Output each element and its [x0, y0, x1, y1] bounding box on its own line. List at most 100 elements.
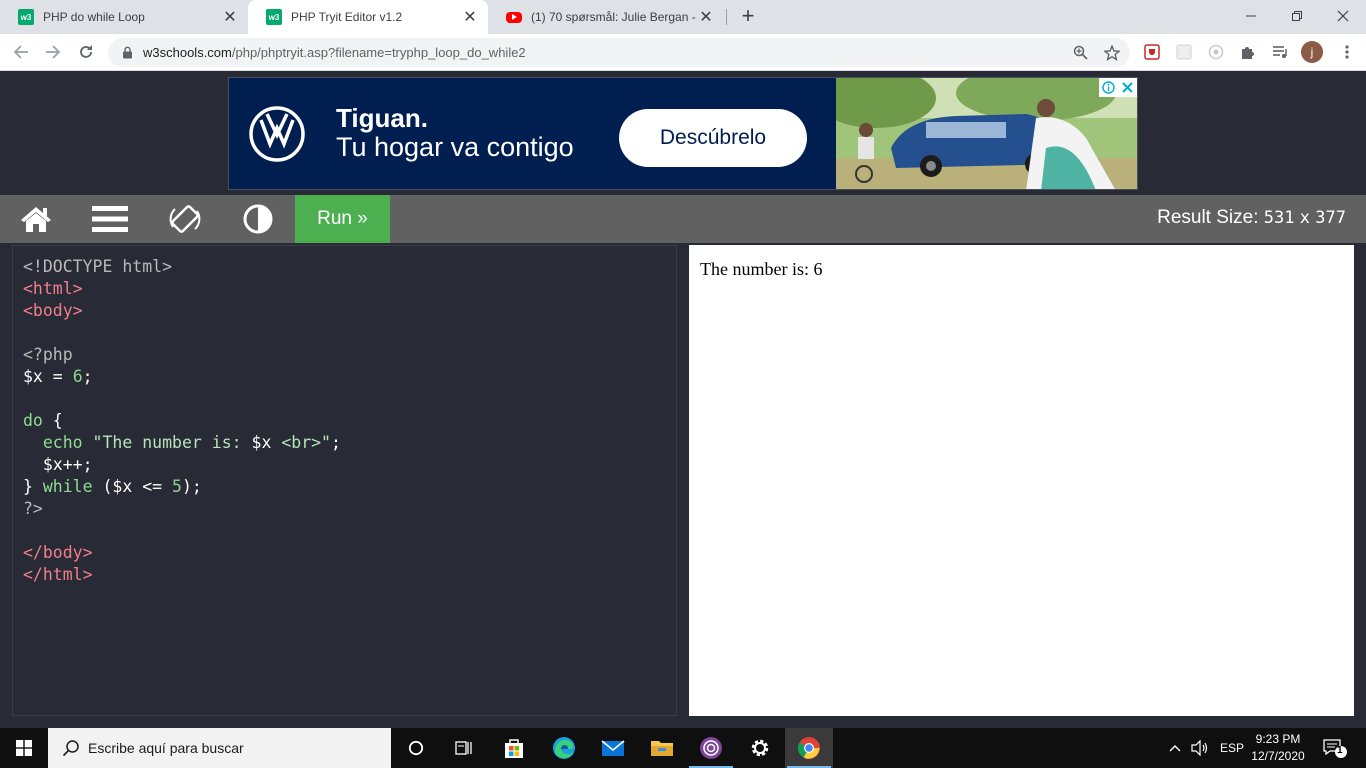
menu-button[interactable] — [81, 195, 139, 243]
search-icon — [62, 740, 79, 757]
volume-button[interactable] — [1191, 728, 1209, 768]
edge-icon — [553, 737, 575, 759]
arrow-right-icon — [46, 45, 61, 59]
edge-button[interactable] — [540, 728, 588, 768]
restore-icon — [1292, 11, 1302, 21]
media-queue-icon[interactable] — [1270, 42, 1290, 62]
editor-toolbar: Run » Result Size: 531 x 377 — [0, 195, 1366, 243]
close-tab-icon[interactable]: ✕ — [462, 7, 478, 27]
ad-photo — [836, 78, 1137, 189]
lock-icon — [122, 46, 133, 59]
extension-shield-icon[interactable] — [1142, 42, 1162, 62]
code-line: <?php — [23, 345, 73, 364]
new-tab-button[interactable]: + — [736, 5, 760, 29]
ad-cta-button[interactable]: Descúbrelo — [619, 109, 807, 167]
extension-grid-icon[interactable] — [1174, 42, 1194, 62]
code-line: </body> — [23, 543, 93, 562]
gear-icon — [751, 739, 769, 757]
profile-avatar[interactable]: j — [1301, 41, 1323, 63]
mail-icon — [601, 740, 625, 756]
browser-toolbar: w3schools.com/php/phptryit.asp?filename=… — [0, 34, 1366, 71]
theme-toggle-button[interactable] — [229, 195, 287, 243]
youtube-favicon — [506, 9, 522, 25]
tor-icon — [700, 737, 722, 759]
home-button[interactable] — [7, 195, 65, 243]
tab-strip: w3 PHP do while Loop ✕ w3 PHP Tryit Edit… — [0, 0, 1366, 34]
ad-area: Tiguan. Tu hogar va contigo Descúbrelo — [0, 71, 1366, 195]
restore-button[interactable] — [1274, 0, 1320, 32]
run-button[interactable]: Run » — [295, 195, 390, 243]
code-editor[interactable]: <!DOCTYPE html> <html> <body> <?php $x = 6;… — [12, 245, 677, 716]
result-output: The number is: 6 — [700, 259, 823, 279]
result-frame[interactable]: The number is: 6 — [689, 245, 1354, 716]
rotate-icon — [169, 205, 201, 233]
minimize-icon — [1246, 15, 1256, 17]
close-window-button[interactable] — [1320, 0, 1366, 32]
tab-separator — [726, 9, 727, 25]
tab-title: PHP do while Loop — [43, 10, 145, 24]
result-size: Result Size: 531 x 377 — [1157, 207, 1346, 229]
extension-circle-icon[interactable] — [1206, 42, 1226, 62]
code-line: </html> — [23, 565, 93, 584]
tab-title: PHP Tryit Editor v1.2 — [291, 10, 403, 24]
windows-logo-icon — [16, 740, 32, 756]
tab-php-tryit-editor[interactable]: w3 PHP Tryit Editor v1.2 ✕ — [248, 0, 488, 34]
browser-menu-icon[interactable] — [1337, 42, 1357, 62]
chrome-button[interactable] — [785, 728, 833, 768]
result-size-x: x — [1299, 208, 1310, 228]
taskbar-search[interactable]: Escribe aquí para buscar — [48, 728, 391, 768]
arrow-left-icon — [13, 45, 28, 59]
speaker-icon — [1191, 740, 1208, 756]
tab-php-do-while[interactable]: w3 PHP do while Loop ✕ — [0, 0, 248, 34]
code-line: <body> — [23, 301, 83, 320]
code-line: } while ($x <= 5); — [23, 477, 202, 496]
zoom-icon[interactable] — [1066, 38, 1094, 67]
cortana-icon — [408, 740, 424, 756]
back-button[interactable] — [8, 39, 34, 65]
address-bar[interactable]: w3schools.com/php/phptryit.asp?filename=… — [108, 38, 1130, 67]
minimize-button[interactable] — [1228, 0, 1274, 32]
tor-browser-button[interactable] — [687, 728, 735, 768]
notifications-button[interactable]: 1 — [1322, 728, 1348, 768]
vw-logo — [249, 106, 305, 162]
chevron-up-icon — [1169, 745, 1181, 752]
info-icon[interactable] — [1099, 78, 1118, 97]
code-line: $x = 6; — [23, 367, 93, 386]
close-tab-icon[interactable]: ✕ — [222, 7, 238, 27]
bookmark-star-icon[interactable] — [1098, 38, 1126, 67]
result-size-label: Result Size: — [1157, 207, 1259, 228]
clock-date: 12/7/2020 — [1251, 749, 1305, 763]
task-view-button[interactable] — [440, 728, 488, 768]
tab-youtube[interactable]: (1) 70 spørsmål: Julie Bergan - Yo ✕ — [488, 0, 724, 34]
w3schools-favicon: w3 — [18, 9, 34, 25]
ad-choices[interactable] — [1099, 78, 1137, 97]
forward-button[interactable] — [40, 39, 66, 65]
advertisement-banner[interactable]: Tiguan. Tu hogar va contigo Descúbrelo — [228, 77, 1138, 190]
clock[interactable]: 9:23 PM 12/7/2020 — [1246, 731, 1310, 765]
extensions-puzzle-icon[interactable] — [1238, 42, 1258, 62]
code-line: <!DOCTYPE html> — [23, 257, 173, 276]
code-line: <html> — [23, 279, 83, 298]
show-hidden-icons[interactable] — [1168, 728, 1182, 768]
ad-subtitle: Tu hogar va contigo — [336, 132, 574, 162]
reload-button[interactable] — [73, 39, 99, 65]
settings-button[interactable] — [736, 728, 784, 768]
cortana-button[interactable] — [392, 728, 440, 768]
microsoft-store-button[interactable] — [490, 728, 538, 768]
file-explorer-button[interactable] — [638, 728, 686, 768]
code-line: do { — [23, 411, 63, 430]
w3schools-favicon: w3 — [266, 9, 282, 25]
hamburger-icon — [92, 206, 128, 232]
mail-button[interactable] — [589, 728, 637, 768]
close-icon[interactable] — [1118, 78, 1137, 97]
start-button[interactable] — [0, 728, 48, 768]
rotate-layout-button[interactable] — [156, 195, 214, 243]
result-width: 531 — [1263, 208, 1295, 228]
chrome-icon — [797, 737, 820, 759]
input-language[interactable]: ESP — [1220, 728, 1244, 768]
close-tab-icon[interactable]: ✕ — [698, 7, 714, 27]
notification-icon — [1323, 739, 1347, 758]
reload-icon — [80, 45, 92, 58]
